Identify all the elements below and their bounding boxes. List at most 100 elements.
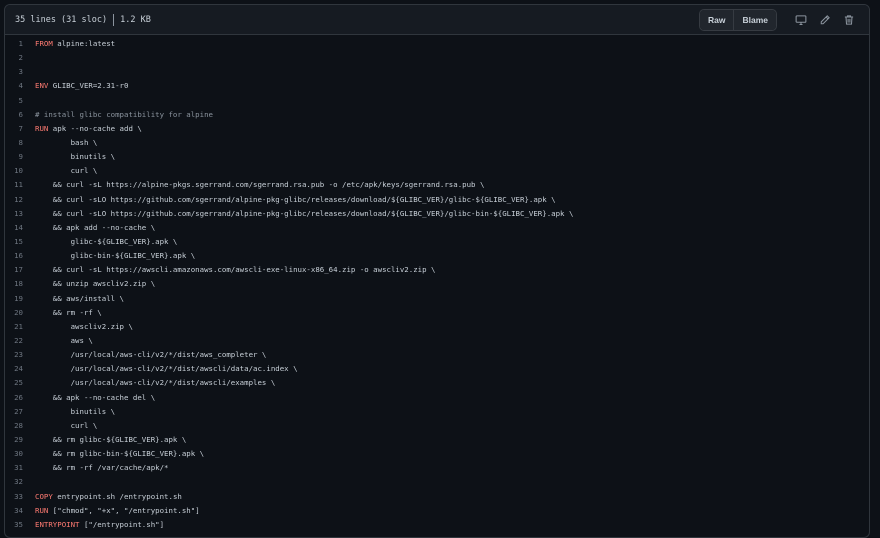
code-text: && curl -sL https://alpine-pkgs.sgerrand… (35, 180, 485, 190)
line-content: RUN apk --no-cache add \ (35, 122, 869, 136)
line-number[interactable]: 31 (5, 461, 35, 475)
code-line: 34 RUN ["chmod", "+x", "/entrypoint.sh"] (5, 504, 869, 518)
divider (113, 13, 115, 26)
line-number[interactable]: 1 (5, 37, 35, 51)
line-content: ENTRYPOINT ["/entrypoint.sh"] (35, 518, 869, 532)
line-number[interactable]: 32 (5, 475, 35, 489)
line-content: && apk --no-cache del \ (35, 391, 869, 405)
code-text: && aws/install \ (35, 293, 124, 303)
code-text: && rm glibc-${GLIBC_VER}.apk \ (35, 434, 187, 444)
line-number[interactable]: 14 (5, 221, 35, 235)
line-number[interactable]: 16 (5, 249, 35, 263)
code-line: 8 bash \ (5, 136, 869, 150)
line-content: glibc-bin-${GLIBC_VER}.apk \ (35, 249, 869, 263)
line-number[interactable]: 25 (5, 376, 35, 390)
line-number[interactable]: 19 (5, 292, 35, 306)
code-line: 9 binutils \ (5, 150, 869, 164)
code-text: && curl -sL https://awscli.amazonaws.com… (35, 265, 436, 275)
line-number[interactable]: 17 (5, 263, 35, 277)
code-line: 31 && rm -rf /var/cache/apk/* (5, 461, 869, 475)
line-number[interactable]: 8 (5, 136, 35, 150)
line-content: glibc-${GLIBC_VER}.apk \ (35, 235, 869, 249)
raw-button[interactable]: Raw (700, 9, 734, 30)
line-number[interactable]: 4 (5, 79, 35, 93)
line-content: && rm glibc-${GLIBC_VER}.apk \ (35, 433, 869, 447)
line-content: && rm glibc-bin-${GLIBC_VER}.apk \ (35, 447, 869, 461)
pencil-icon[interactable] (815, 10, 835, 30)
code-text: /usr/local/aws-cli/v2/*/dist/awscli/data… (35, 364, 298, 374)
line-number[interactable]: 15 (5, 235, 35, 249)
code-text: && apk --no-cache del \ (35, 392, 156, 402)
line-number[interactable]: 20 (5, 306, 35, 320)
code-text: && apk add --no-cache \ (35, 222, 156, 232)
line-content: curl \ (35, 419, 869, 433)
line-number[interactable]: 9 (5, 150, 35, 164)
blame-button[interactable]: Blame (733, 9, 776, 30)
keyword-token: RUN (35, 505, 49, 515)
line-number[interactable]: 5 (5, 94, 35, 108)
line-number[interactable]: 30 (5, 447, 35, 461)
comment-token: # install glibc compatibility for alpine (35, 109, 213, 119)
code-line: 21 awscliv2.zip \ (5, 320, 869, 334)
line-number[interactable]: 29 (5, 433, 35, 447)
line-number[interactable]: 35 (5, 518, 35, 532)
line-number[interactable]: 12 (5, 193, 35, 207)
code-line: 16 glibc-bin-${GLIBC_VER}.apk \ (5, 249, 869, 263)
line-content: /usr/local/aws-cli/v2/*/dist/aws_complet… (35, 348, 869, 362)
line-content: && rm -rf /var/cache/apk/* (35, 461, 869, 475)
line-content: && curl -sLO https://github.com/sgerrand… (35, 207, 869, 221)
line-number[interactable]: 21 (5, 320, 35, 334)
line-number[interactable]: 18 (5, 277, 35, 291)
code-line: 29 && rm glibc-${GLIBC_VER}.apk \ (5, 433, 869, 447)
code-line: 20 && rm -rf \ (5, 306, 869, 320)
code-line: 24 /usr/local/aws-cli/v2/*/dist/awscli/d… (5, 362, 869, 376)
line-number[interactable]: 2 (5, 51, 35, 65)
line-number[interactable]: 24 (5, 362, 35, 376)
keyword-token: ENV (35, 81, 49, 91)
code-text: GLIBC_VER=2.31-r0 (48, 81, 129, 91)
line-number[interactable]: 27 (5, 405, 35, 419)
keyword-token: RUN (35, 123, 49, 133)
code-text: apk --no-cache add \ (48, 123, 142, 133)
code-line: 26 && apk --no-cache del \ (5, 391, 869, 405)
code-line: 23 /usr/local/aws-cli/v2/*/dist/aws_comp… (5, 348, 869, 362)
code-text: /usr/local/aws-cli/v2/*/dist/aws_complet… (35, 350, 267, 360)
code-text: binutils \ (35, 406, 116, 416)
code-line: 4 ENV GLIBC_VER=2.31-r0 (5, 79, 869, 93)
line-number[interactable]: 11 (5, 178, 35, 192)
line-content: && curl -sL https://awscli.amazonaws.com… (35, 263, 869, 277)
desktop-icon[interactable] (791, 10, 811, 30)
line-content: bash \ (35, 136, 869, 150)
line-number[interactable]: 10 (5, 164, 35, 178)
line-content: && apk add --no-cache \ (35, 221, 869, 235)
line-number[interactable]: 33 (5, 490, 35, 504)
line-content: binutils \ (35, 405, 869, 419)
line-content: aws \ (35, 334, 869, 348)
line-number[interactable]: 23 (5, 348, 35, 362)
code-text: && unzip awscliv2.zip \ (35, 279, 156, 289)
line-content: && aws/install \ (35, 292, 869, 306)
line-content: && curl -sL https://alpine-pkgs.sgerrand… (35, 178, 869, 192)
code-text: && rm glibc-bin-${GLIBC_VER}.apk \ (35, 449, 205, 459)
line-content (35, 51, 869, 65)
line-number[interactable]: 13 (5, 207, 35, 221)
line-number[interactable]: 7 (5, 122, 35, 136)
line-content: && curl -sLO https://github.com/sgerrand… (35, 193, 869, 207)
code-line: 6 # install glibc compatibility for alpin… (5, 108, 869, 122)
line-content: RUN ["chmod", "+x", "/entrypoint.sh"] (35, 504, 869, 518)
code-text: curl \ (35, 166, 98, 176)
code-text: entrypoint.sh /entrypoint.sh (52, 491, 182, 501)
line-number[interactable]: 22 (5, 334, 35, 348)
code-line: 5 (5, 94, 869, 108)
line-content: ENV GLIBC_VER=2.31-r0 (35, 79, 869, 93)
line-number[interactable]: 6 (5, 108, 35, 122)
line-number[interactable]: 28 (5, 419, 35, 433)
code-text: ["/entrypoint.sh"] (79, 519, 165, 529)
line-number[interactable]: 3 (5, 65, 35, 79)
trash-icon[interactable] (839, 10, 859, 30)
line-content: && rm -rf \ (35, 306, 869, 320)
line-number[interactable]: 34 (5, 504, 35, 518)
view-button-group: Raw Blame (699, 8, 777, 31)
code-text: && curl -sLO https://github.com/sgerrand… (35, 208, 574, 218)
line-number[interactable]: 26 (5, 391, 35, 405)
